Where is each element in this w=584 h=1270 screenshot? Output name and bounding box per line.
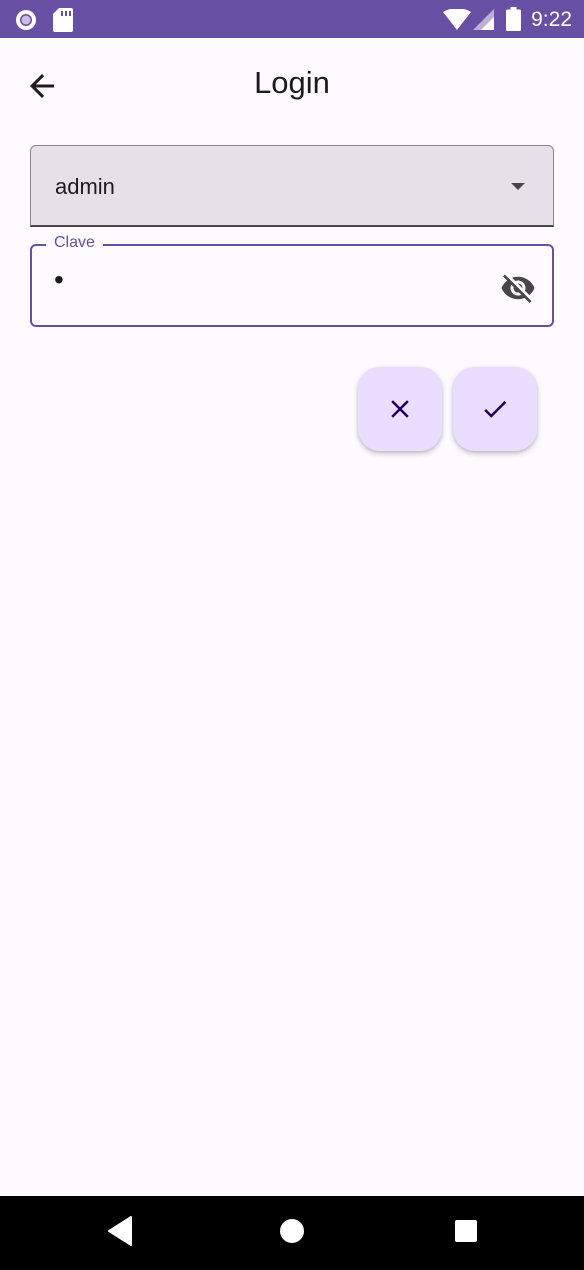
recents-square-icon[interactable] [454,1219,478,1243]
cancel-button[interactable] [358,367,442,451]
system-nav-bar [0,1196,584,1270]
close-icon [391,400,409,418]
app-bar: Login [0,38,584,132]
password-value: • [54,264,66,295]
signal-icon [473,9,494,30]
circle-notification-icon [16,10,36,30]
check-icon [484,400,507,418]
user-select[interactable]: admin [30,145,554,227]
password-field[interactable]: Clave • [30,234,554,327]
battery-icon [506,7,521,31]
confirm-button[interactable] [453,367,537,451]
user-select-value: admin [55,174,115,199]
home-circle-icon[interactable] [279,1218,305,1244]
page-title: Login [254,65,330,100]
wifi-icon [443,9,471,30]
password-label: Clave [46,234,103,252]
status-bar: 9:22 [0,0,584,38]
status-time: 9:22 [531,8,572,31]
visibility-off-icon[interactable] [500,270,536,306]
dropdown-arrow-icon [511,183,525,190]
back-triangle-icon[interactable] [107,1215,133,1247]
sd-card-icon [53,8,73,32]
